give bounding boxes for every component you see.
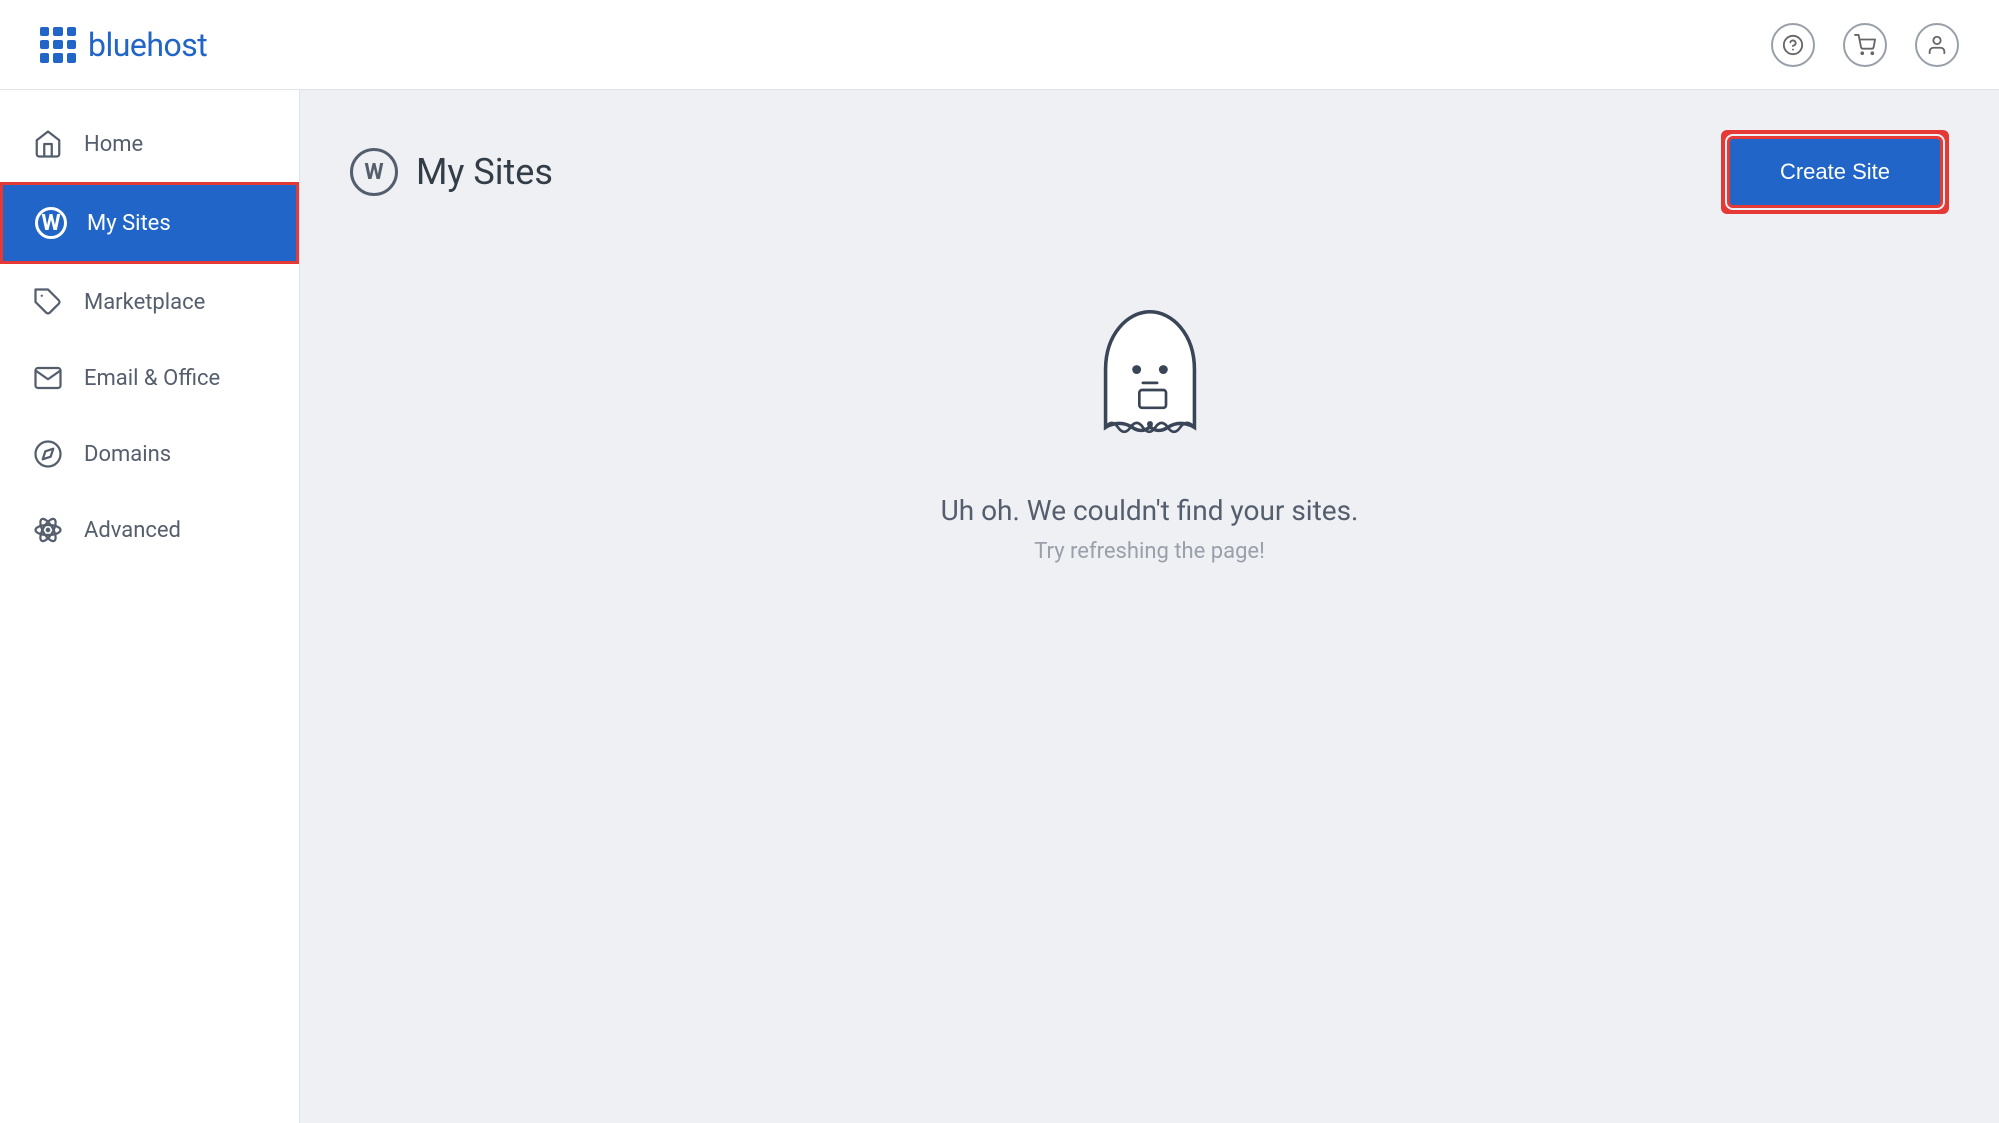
main-content: W My Sites Create Site — [300, 90, 1999, 1123]
user-button[interactable] — [1915, 23, 1959, 67]
email-icon — [32, 362, 64, 394]
layout: Home W My Sites Marketplace — [0, 90, 1999, 1123]
logo-grid-icon — [40, 27, 76, 63]
help-button[interactable] — [1771, 23, 1815, 67]
sidebar-item-marketplace[interactable]: Marketplace — [0, 264, 299, 340]
sidebar: Home W My Sites Marketplace — [0, 90, 300, 1123]
atom-icon — [32, 514, 64, 546]
tag-icon — [32, 286, 64, 318]
main-header: W My Sites Create Site — [350, 130, 1949, 214]
sidebar-item-marketplace-label: Marketplace — [84, 290, 205, 315]
sidebar-item-email-office[interactable]: Email & Office — [0, 340, 299, 416]
page-title-area: W My Sites — [350, 148, 553, 196]
header-actions — [1771, 23, 1959, 67]
cart-button[interactable] — [1843, 23, 1887, 67]
sidebar-item-domains-label: Domains — [84, 442, 171, 467]
empty-state-subtitle: Try refreshing the page! — [1034, 539, 1265, 564]
sidebar-item-home-label: Home — [84, 132, 143, 157]
sidebar-item-advanced[interactable]: Advanced — [0, 492, 299, 568]
page-title: My Sites — [416, 151, 553, 193]
header: bluehost — [0, 0, 1999, 90]
sidebar-item-home[interactable]: Home — [0, 106, 299, 182]
create-site-button[interactable]: Create Site — [1727, 136, 1943, 208]
sidebar-item-email-label: Email & Office — [84, 366, 220, 391]
sidebar-item-domains[interactable]: Domains — [0, 416, 299, 492]
logo: bluehost — [40, 26, 207, 64]
sidebar-item-advanced-label: Advanced — [84, 518, 181, 543]
page-wordpress-icon: W — [350, 148, 398, 196]
create-site-button-wrapper: Create Site — [1721, 130, 1949, 214]
ghost-illustration — [1070, 294, 1230, 454]
sidebar-item-my-sites-label: My Sites — [87, 211, 171, 236]
wordpress-icon: W — [35, 207, 67, 239]
compass-icon — [32, 438, 64, 470]
home-icon — [32, 128, 64, 160]
sidebar-item-my-sites[interactable]: W My Sites — [0, 182, 299, 264]
empty-state-title: Uh oh. We couldn't find your sites. — [941, 494, 1359, 527]
empty-state: Uh oh. We couldn't find your sites. Try … — [350, 294, 1949, 564]
logo-text: bluehost — [88, 26, 207, 64]
